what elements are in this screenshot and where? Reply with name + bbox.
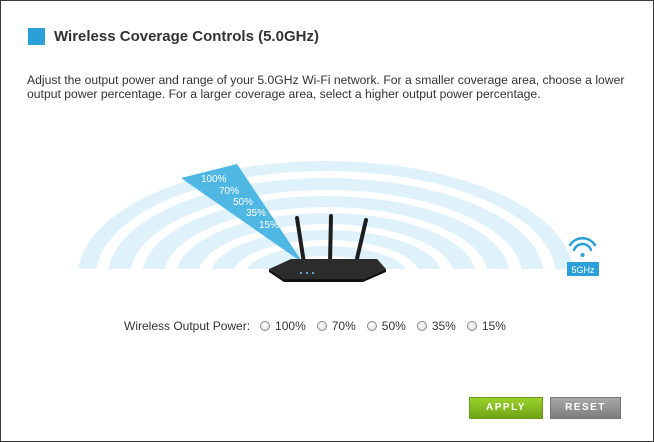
percent-label-100: 100% <box>201 174 227 185</box>
band-badge: 5GHz <box>567 262 599 276</box>
percent-label-70: 70% <box>219 186 239 197</box>
output-power-row: Wireless Output Power: 100% 70% 50% 35% … <box>124 319 517 333</box>
radio-button[interactable] <box>466 321 477 331</box>
apply-button[interactable]: APPLY <box>469 397 543 419</box>
power-option-100[interactable]: 100% <box>260 319 306 333</box>
power-option-label: 50% <box>381 319 406 333</box>
power-option-label: 35% <box>431 319 456 333</box>
coverage-illustration: 100% 70% 50% 35% 15% 5GHz <box>78 161 599 282</box>
power-option-label: 15% <box>481 319 506 333</box>
output-power-label: Wireless Output Power: <box>124 319 251 333</box>
radio-button[interactable] <box>260 321 271 331</box>
power-option-label: 70% <box>331 319 356 333</box>
percent-label-35: 35% <box>246 208 266 219</box>
radio-button[interactable] <box>316 321 327 331</box>
power-option-35[interactable]: 35% <box>416 319 456 333</box>
svg-text:5GHz: 5GHz <box>571 265 595 275</box>
power-option-label: 100% <box>275 319 306 333</box>
power-option-50[interactable]: 50% <box>366 319 406 333</box>
percent-label-15: 15% <box>259 220 279 231</box>
power-option-15[interactable]: 15% <box>466 319 506 333</box>
radio-button[interactable] <box>416 321 427 331</box>
radio-button[interactable] <box>366 321 377 331</box>
coverage-panel: Wireless Coverage Controls (5.0GHz) Adju… <box>0 0 654 442</box>
reset-button[interactable]: RESET <box>550 397 621 419</box>
wifi-icon <box>568 237 597 257</box>
percent-label-50: 50% <box>233 197 253 208</box>
power-option-70[interactable]: 70% <box>316 319 356 333</box>
